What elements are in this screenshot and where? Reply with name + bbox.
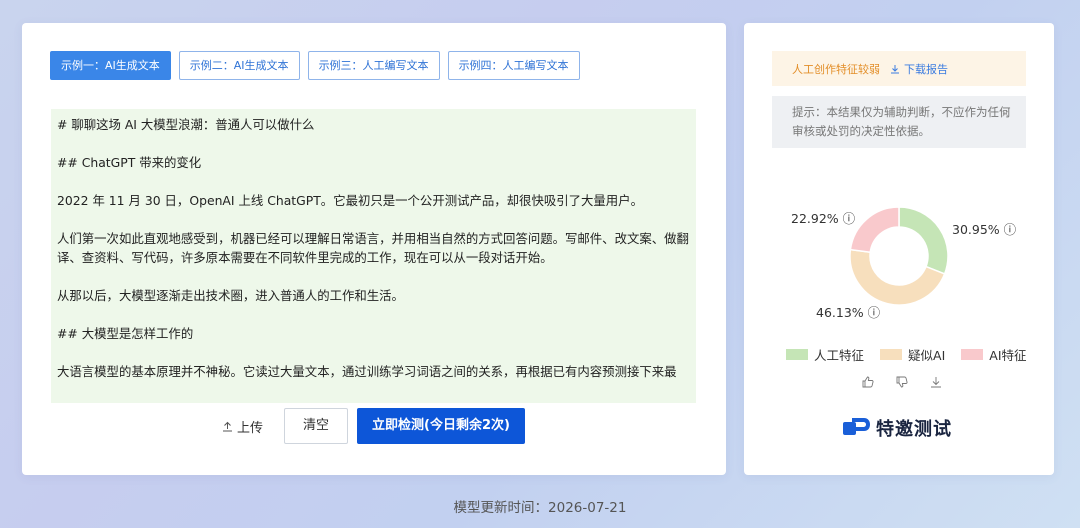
download-icon[interactable] — [930, 376, 942, 388]
info-icon[interactable]: ⓘ — [1004, 222, 1017, 237]
donut-chart: 30.95% ⓘ 46.13% ⓘ 22.92% ⓘ — [744, 173, 1054, 353]
text-line: 2022 年 11 月 30 日，OpenAI 上线 ChatGPT。它最初只是… — [57, 193, 643, 208]
result-panel: 人工创作特征较弱 下载报告 提示：本结果仅为辅助判断，不应作为任何审核或处罚的决… — [744, 23, 1054, 475]
info-icon[interactable]: ⓘ — [868, 305, 881, 320]
legend-label: 人工特征 — [814, 348, 865, 363]
legend-swatch — [786, 349, 808, 360]
input-panel: 示例一：AI生成文本 示例二：AI生成文本 示例三：人工编写文本 示例四：人工编… — [22, 23, 726, 475]
donut-slice-0[interactable] — [898, 206, 949, 275]
upload-label: 上传 — [237, 421, 264, 436]
upload-button[interactable]: 上传 — [222, 417, 263, 436]
download-label: 下载报告 — [904, 62, 948, 76]
tab-example-1[interactable]: 示例一：AI生成文本 — [50, 51, 171, 80]
text-line: 大语言模型的基本原理并不神秘。它读过大量文本，通过训练学习词语之间的关系，再根据… — [57, 364, 677, 379]
donut-slice-2[interactable] — [849, 206, 900, 254]
pct-label-human: 30.95% ⓘ — [952, 222, 1017, 237]
action-bar: 上传 清空 立即检测(今日剩余2次) — [22, 408, 726, 444]
text-line: ## ChatGPT 带来的变化 — [57, 155, 202, 170]
model-update-time: 模型更新时间：2026-07-21 — [453, 500, 627, 516]
notice-text: 提示：本结果仅为辅助判断，不应作为任何审核或处罚的决定性依据。 — [792, 105, 1011, 138]
brand-name: 特邀测试 — [876, 419, 952, 440]
legend-swatch — [880, 349, 903, 360]
chart-legend: 人工特征 疑似AI AI特征 — [786, 345, 1027, 364]
download-icon — [891, 64, 899, 73]
legend-item-suspected[interactable]: 疑似AI — [880, 345, 945, 364]
thumbs-up-icon[interactable] — [862, 376, 874, 388]
text-line: 从那以后，大模型逐渐走出技术圈，进入普通人的工作和生活。 — [57, 288, 404, 303]
tab-example-3[interactable]: 示例三：人工编写文本 — [307, 51, 440, 80]
text-input-area[interactable]: # 聊聊这场 AI 大模型浪潮：普通人可以做什么 ## ChatGPT 带来的变… — [51, 109, 696, 403]
legend-item-ai[interactable]: AI特征 — [961, 345, 1027, 364]
text-line: # 聊聊这场 AI 大模型浪潮：普通人可以做什么 — [57, 117, 315, 132]
info-icon[interactable]: ⓘ — [843, 211, 856, 226]
close-icon[interactable]: × — [1001, 104, 1010, 123]
clear-button[interactable]: 清空 — [284, 408, 348, 444]
result-verdict-bar: 人工创作特征较弱 下载报告 — [772, 51, 1026, 86]
legend-label: 疑似AI — [908, 348, 946, 363]
download-report-link[interactable]: 下载报告 — [890, 61, 948, 77]
thumbs-down-icon[interactable] — [896, 376, 908, 388]
text-line: ## 大模型是怎样工作的 — [57, 326, 194, 341]
pct-label-suspected: 46.13% ⓘ — [816, 305, 881, 320]
tab-example-2[interactable]: 示例二：AI生成文本 — [178, 51, 300, 80]
tab-example-4[interactable]: 示例四：人工编写文本 — [447, 51, 580, 80]
brand-mark-icon — [843, 418, 870, 435]
disclaimer-notice: 提示：本结果仅为辅助判断，不应作为任何审核或处罚的决定性依据。 × — [772, 96, 1026, 148]
detect-button[interactable]: 立即检测(今日剩余2次) — [357, 408, 525, 444]
feedback-bar — [862, 376, 942, 388]
legend-item-human[interactable]: 人工特征 — [786, 345, 864, 364]
example-tabs: 示例一：AI生成文本 示例二：AI生成文本 示例三：人工编写文本 示例四：人工编… — [50, 51, 580, 80]
legend-swatch — [961, 349, 984, 360]
legend-label: AI特征 — [989, 348, 1027, 363]
verdict-text: 人工创作特征较弱 — [792, 62, 880, 76]
text-line: 人们第一次如此直观地感受到，机器已经可以理解日常语言，并用相当自然的方式回答问题… — [57, 231, 689, 265]
pct-label-ai: 22.92% ⓘ — [791, 211, 856, 226]
donut-svg — [849, 206, 949, 306]
brand-logo: 特邀测试 — [842, 415, 952, 441]
upload-icon — [223, 421, 232, 432]
